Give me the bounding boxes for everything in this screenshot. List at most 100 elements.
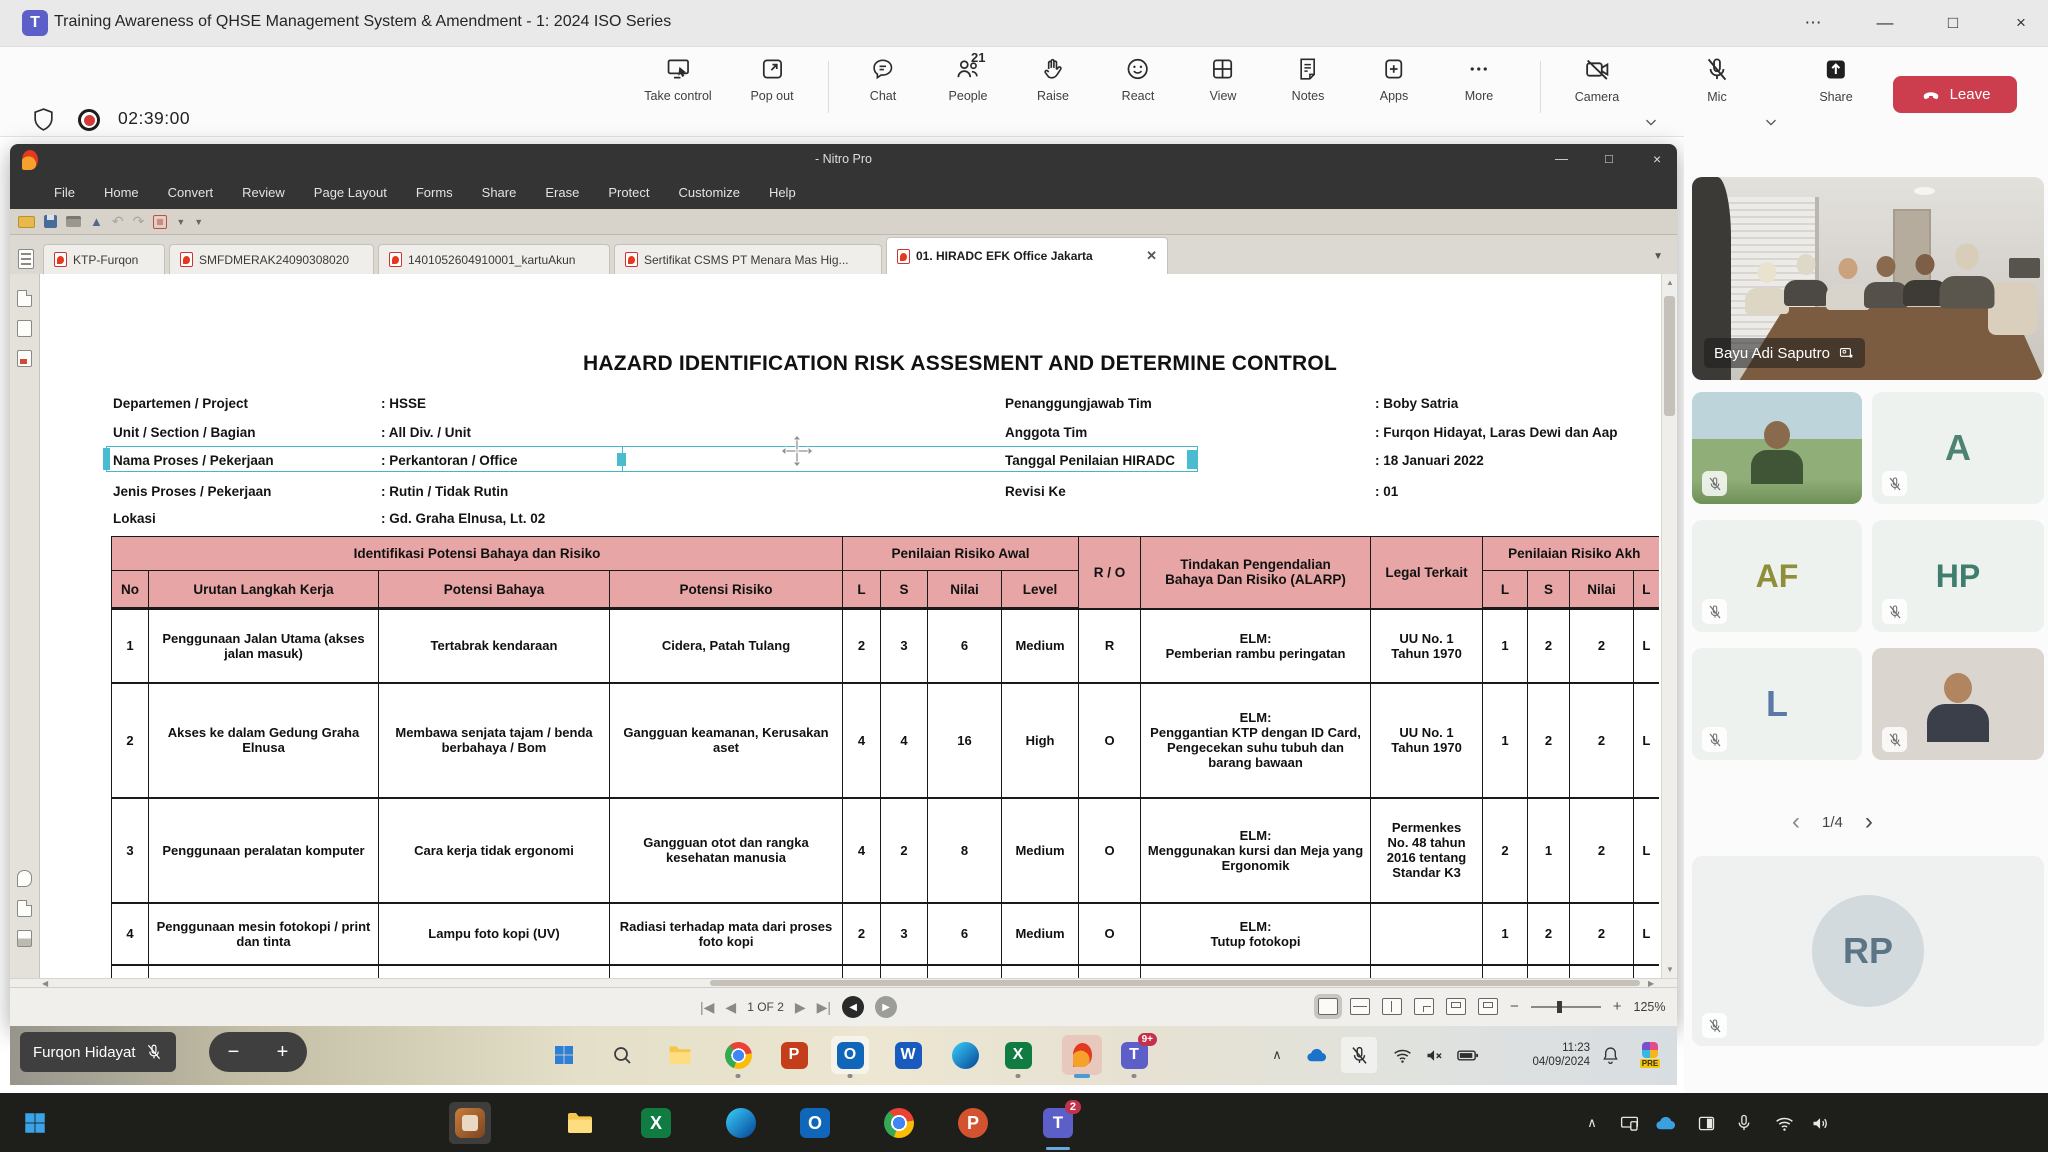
view-continuous-icon[interactable] [1350,998,1370,1015]
next-page-icon[interactable]: ▶ [795,1000,806,1014]
minimize-button[interactable]: — [1868,8,1902,38]
excel-icon-inner[interactable]: X [1001,1038,1035,1078]
tab-overflow-chevron-icon[interactable]: ▼ [1653,251,1663,262]
excel-icon[interactable]: X [637,1104,675,1142]
tray-network-icon[interactable] [1765,1104,1803,1142]
tray-wifi-icon[interactable] [1385,1038,1419,1072]
pane-toggle-icon[interactable] [18,249,34,269]
word-icon[interactable]: W [891,1038,925,1072]
file-explorer-icon[interactable] [663,1038,697,1072]
zoom-in-icon[interactable]: + [1613,998,1622,1015]
leave-button[interactable]: Leave [1893,76,2017,113]
pages-panel-icon[interactable] [17,290,32,307]
copilot-icon[interactable]: PRE [1633,1038,1667,1072]
participant-tile[interactable] [1872,648,2044,760]
doc-tab-active[interactable]: 01. HIRADC EFK Office Jakarta ✕ [886,237,1168,274]
zoom-out-icon[interactable]: − [1510,998,1519,1015]
history-back-icon[interactable]: ◀ [842,996,865,1018]
view-fullscreen-icon[interactable] [1446,998,1466,1015]
view-fullwidth-icon[interactable] [1478,998,1498,1015]
titlebar-more-icon[interactable]: ⋯ [1796,8,1830,38]
page-next-icon[interactable]: › [1865,808,1873,836]
onedrive-icon-inner[interactable] [1299,1038,1333,1072]
menu-convert[interactable]: Convert [168,185,214,200]
outlook-icon-inner[interactable]: O [831,1036,869,1078]
nitro-restore-button[interactable]: □ [1605,151,1613,166]
open-icon[interactable] [18,215,35,228]
nitro-close-button[interactable]: × [1653,151,1661,167]
menu-help[interactable]: Help [769,185,796,200]
teams-icon-inner[interactable]: T 9+ [1117,1033,1157,1078]
comments-panel-icon[interactable] [17,870,32,887]
participant-tile[interactable]: L [1692,648,1862,760]
menu-share[interactable]: Share [482,185,517,200]
quickbar-dropdown-icon[interactable]: ▼ [176,217,185,227]
selection-handle[interactable] [103,448,110,470]
zoom-slider[interactable] [1530,1000,1601,1013]
pop-out-button[interactable]: Pop out [750,56,794,103]
nitro-minimize-button[interactable]: — [1555,151,1568,166]
tray-mic-icon[interactable] [1725,1104,1763,1142]
powerpoint-icon[interactable]: P [954,1104,992,1142]
react-button[interactable]: React [1122,56,1154,103]
doc-tab[interactable]: Sertifikat CSMS PT Menara Mas Hig... [614,244,882,274]
tray-battery-icon[interactable] [1450,1038,1484,1072]
save-icon[interactable] [44,215,57,228]
history-forward-icon[interactable]: ▶ [875,996,898,1018]
apps-button[interactable]: Apps [1380,56,1408,103]
camera-button[interactable]: Camera [1575,56,1619,104]
tray-layout-icon[interactable] [1687,1104,1725,1142]
menu-file[interactable]: File [54,185,75,200]
pdf-page[interactable]: HAZARD IDENTIFICATION RISK ASSESMENT AND… [40,274,1661,978]
doc-tab[interactable]: KTP-Furqon [43,244,165,274]
close-button[interactable]: × [2004,8,2038,38]
menu-erase[interactable]: Erase [545,185,579,200]
snip-tool-icon[interactable] [449,1102,491,1144]
take-control-button[interactable]: Take control [644,56,712,103]
menu-home[interactable]: Home [104,185,139,200]
typing-tool-icon[interactable] [153,214,168,229]
tray-mic-off-icon[interactable] [1341,1037,1377,1073]
more-button[interactable]: More [1465,56,1493,103]
participant-tile[interactable] [1692,392,1862,504]
first-page-icon[interactable]: |◀ [700,1000,714,1014]
zoom-slider-thumb[interactable] [1556,1000,1562,1013]
view-single-page-icon[interactable] [1314,994,1342,1019]
tray-expand-icon[interactable]: ∧ [1260,1038,1294,1072]
scroll-down-icon[interactable]: ▼ [1666,965,1674,974]
participant-tile[interactable]: AF [1692,520,1862,632]
start-button-inner[interactable] [547,1038,581,1072]
scroll-up-icon[interactable]: ▲ [1666,278,1674,287]
notes-button[interactable]: Notes [1292,56,1324,103]
text-selection-box[interactable] [106,446,1198,472]
tab-close-icon[interactable]: ✕ [1146,248,1157,264]
chat-button[interactable]: Chat [870,56,896,103]
prev-page-icon[interactable]: ◀ [725,1000,736,1014]
layers-panel-icon[interactable] [17,930,32,947]
nitro-icon-inner[interactable] [1062,1035,1102,1078]
mic-options-chevron-icon[interactable] [1762,113,1780,131]
tray-cast-icon[interactable] [1610,1104,1648,1142]
share-button[interactable]: Share [1819,56,1853,104]
tray-volume-muted-icon[interactable] [1417,1038,1451,1072]
participant-tile[interactable]: HP [1872,520,2044,632]
participant-video-main[interactable]: Bayu Adi Saputro [1692,177,2044,380]
view-facing-continuous-icon[interactable] [1414,998,1434,1015]
bookmarks-panel-icon[interactable] [17,320,32,337]
signatures-panel-icon[interactable] [17,350,32,367]
chrome-icon[interactable] [721,1038,755,1078]
edge-icon-inner[interactable] [948,1038,982,1072]
camera-options-chevron-icon[interactable] [1642,113,1660,131]
participant-tile[interactable]: RP [1692,856,2044,1046]
redo-icon[interactable]: ↷ [133,213,145,230]
start-button[interactable] [16,1104,54,1142]
view-button[interactable]: View [1210,56,1236,103]
page-prev-icon[interactable]: ‹ [1792,808,1800,836]
zoom-out-icon[interactable]: − [228,1041,240,1064]
menu-review[interactable]: Review [242,185,285,200]
attachments-panel-icon[interactable] [17,900,32,917]
selection-handle[interactable] [1187,450,1198,469]
email-icon[interactable]: ▲ [90,215,103,228]
horizontal-scrollbar[interactable]: ◀ ▶ [10,978,1677,988]
tray-expand-icon[interactable]: ∧ [1573,1104,1611,1142]
